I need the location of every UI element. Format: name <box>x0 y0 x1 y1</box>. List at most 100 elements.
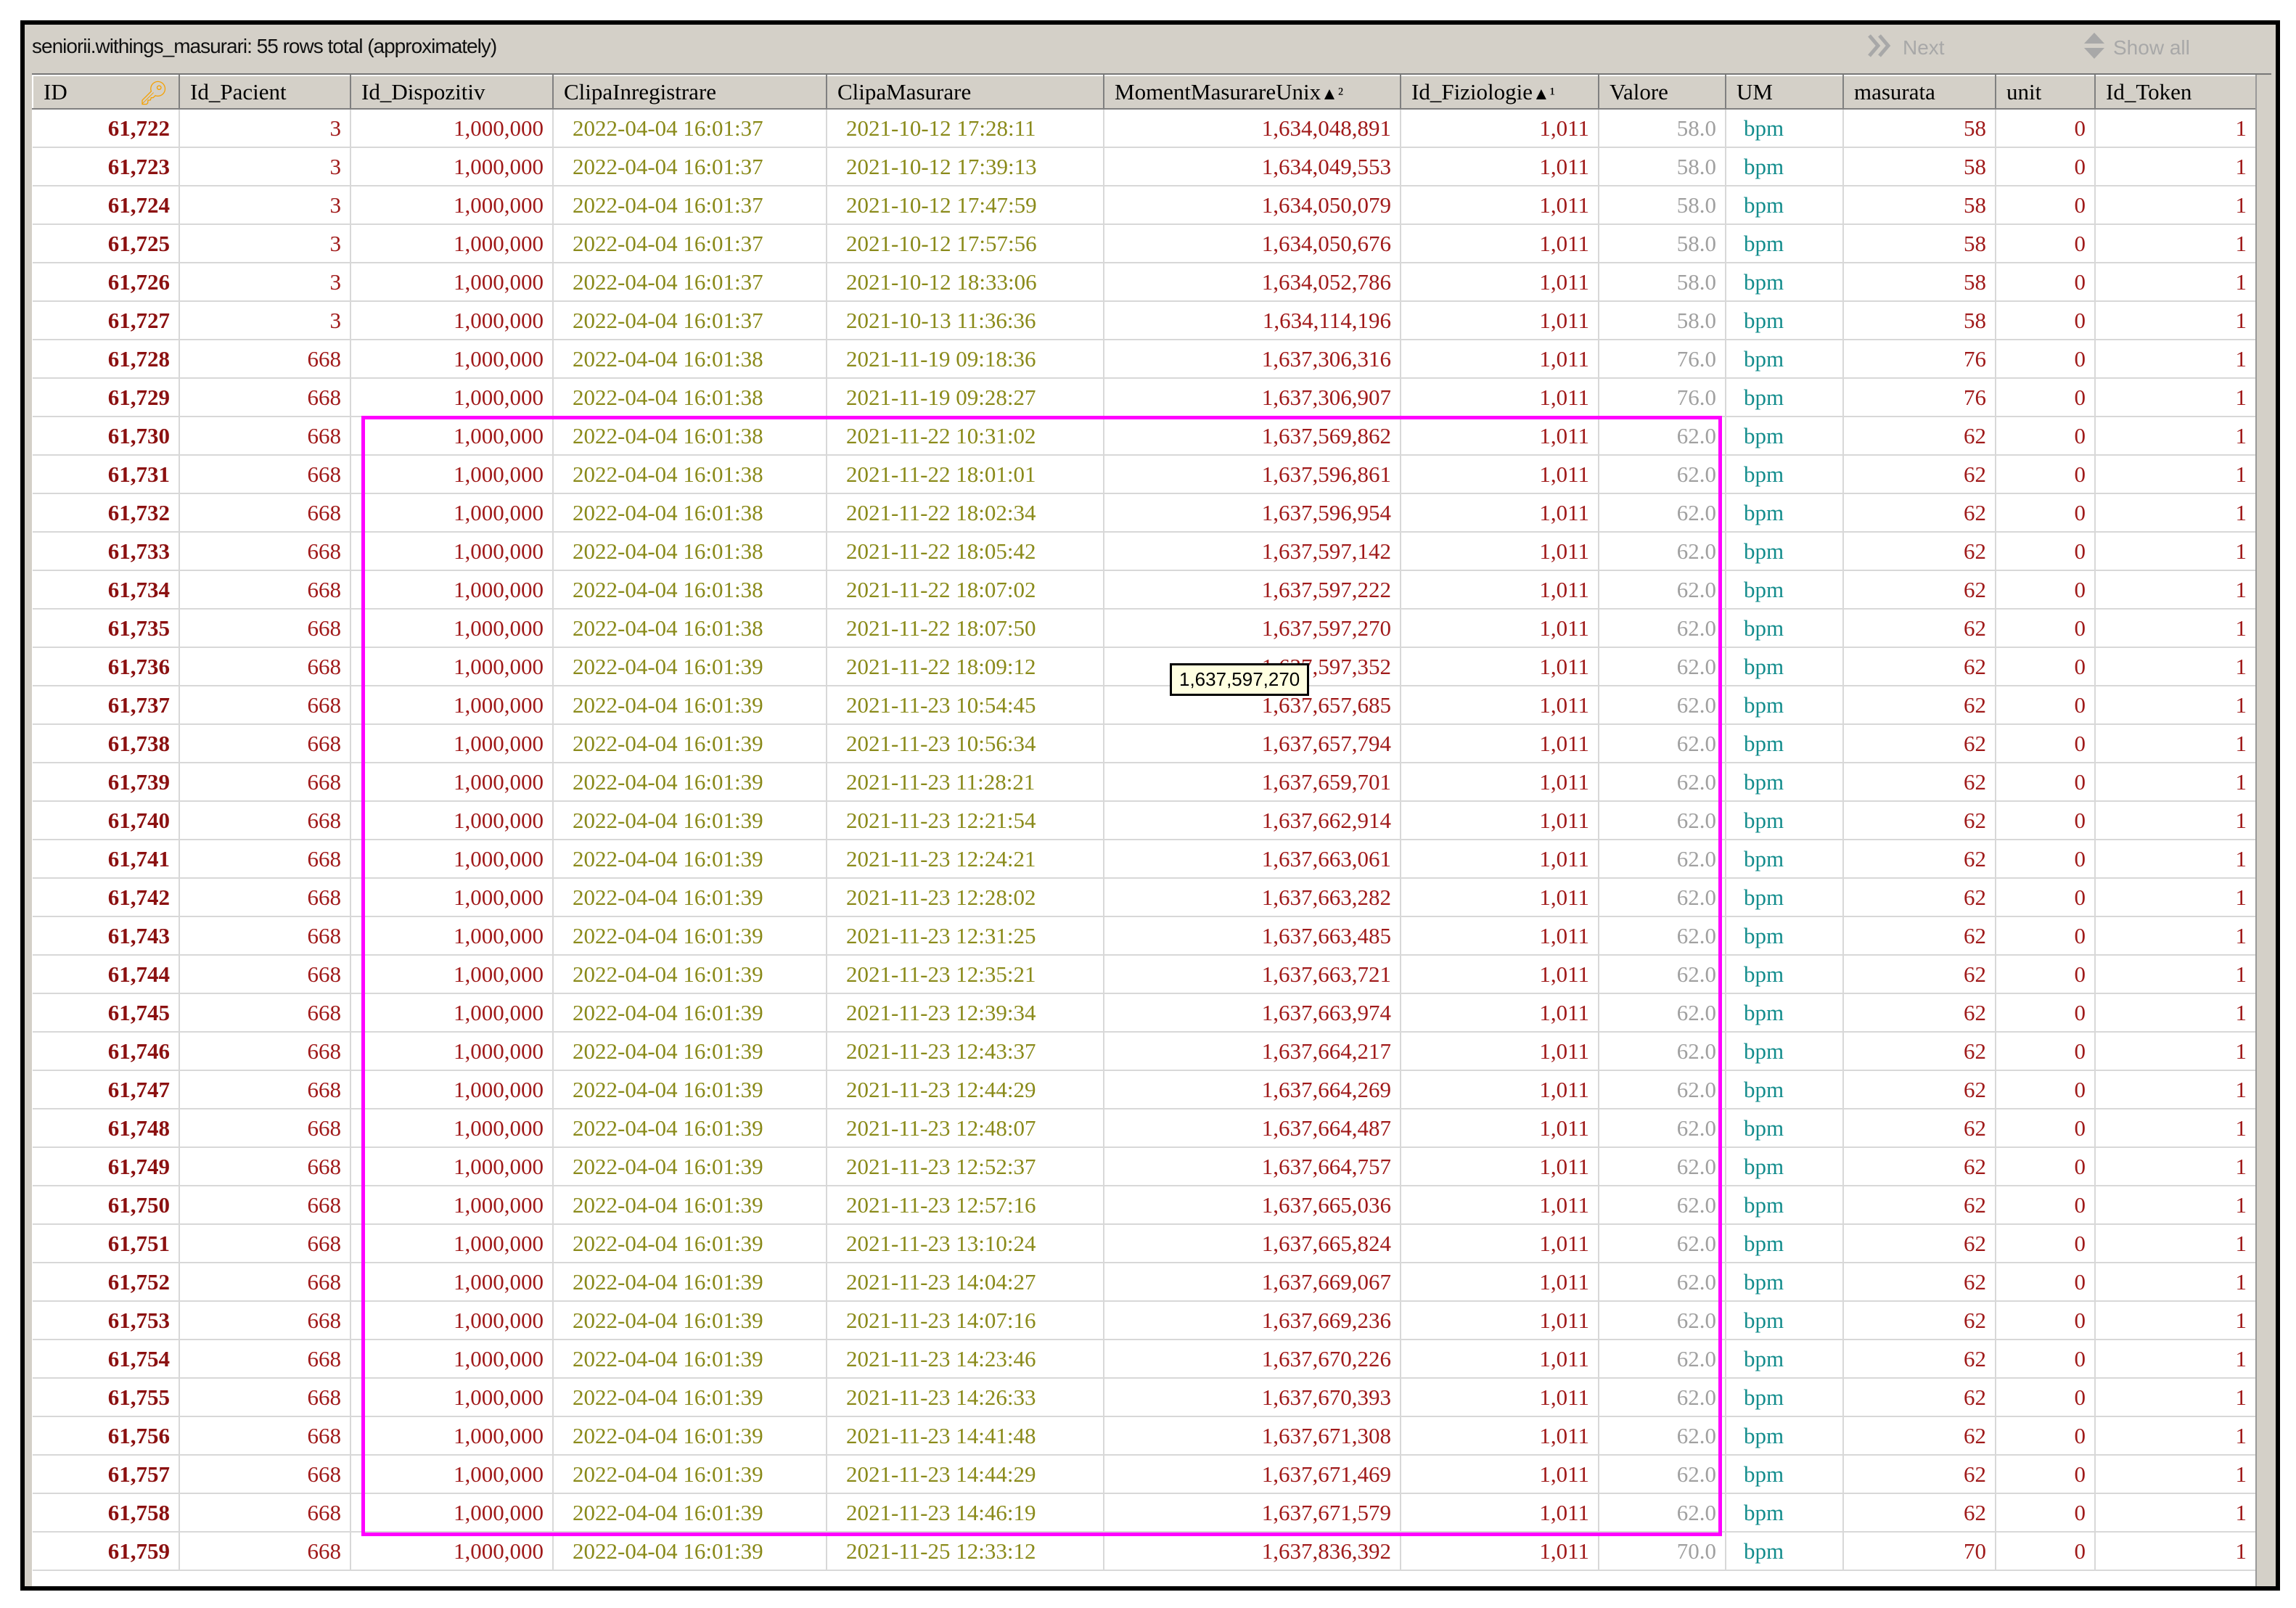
cell-um[interactable]: bpm <box>1726 955 1844 994</box>
cell-unit[interactable]: 0 <box>1996 1109 2096 1148</box>
cell-id[interactable]: 61,738 <box>33 724 180 763</box>
cell-clipa-masurare[interactable]: 2021-10-12 17:47:59 <box>827 186 1104 225</box>
table-row[interactable]: 61,750 668 1,000,000 2022-04-04 16:01:39 202… <box>33 1186 2257 1225</box>
cell-id[interactable]: 61,748 <box>33 1109 180 1148</box>
cell-id-dispozitiv[interactable]: 1,000,000 <box>350 647 554 686</box>
cell-clipa-inregistrare[interactable]: 2022-04-04 16:01:39 <box>553 1186 827 1225</box>
cell-id-dispozitiv[interactable]: 1,000,000 <box>350 955 554 994</box>
cell-valore[interactable]: 62.0 <box>1599 1340 1726 1379</box>
table-row[interactable]: 61,737 668 1,000,000 2022-04-04 16:01:39 202… <box>33 686 2257 725</box>
cell-id[interactable]: 61,728 <box>33 340 180 379</box>
cell-unit[interactable]: 0 <box>1996 455 2096 494</box>
cell-um[interactable]: bpm <box>1726 686 1844 725</box>
cell-clipa-masurare[interactable]: 2021-11-23 14:04:27 <box>827 1263 1104 1302</box>
cell-moment-masurare-unix[interactable]: 1,637,671,469 <box>1104 1455 1401 1494</box>
cell-id-token[interactable]: 1 <box>2095 1416 2257 1456</box>
cell-id-dispozitiv[interactable]: 1,000,000 <box>350 186 554 225</box>
cell-id-dispozitiv[interactable]: 1,000,000 <box>350 455 554 494</box>
cell-id-dispozitiv[interactable]: 1,000,000 <box>350 1378 554 1417</box>
cell-id-dispozitiv[interactable]: 1,000,000 <box>350 1032 554 1071</box>
cell-id[interactable]: 61,756 <box>33 1416 180 1456</box>
cell-valore[interactable]: 62.0 <box>1599 724 1726 763</box>
cell-id-pacient[interactable]: 3 <box>179 263 351 302</box>
cell-id-token[interactable]: 1 <box>2095 1032 2257 1071</box>
cell-masurata[interactable]: 58 <box>1843 109 1996 148</box>
cell-um[interactable]: bpm <box>1726 1224 1844 1263</box>
cell-clipa-masurare[interactable]: 2021-11-23 12:44:29 <box>827 1070 1104 1109</box>
cell-id-fiziologie[interactable]: 1,011 <box>1401 417 1599 456</box>
cell-um[interactable]: bpm <box>1726 147 1844 186</box>
cell-um[interactable]: bpm <box>1726 1455 1844 1494</box>
cell-valore[interactable]: 62.0 <box>1599 1109 1726 1148</box>
cell-moment-masurare-unix[interactable]: 1,637,596,861 <box>1104 455 1401 494</box>
cell-id[interactable]: 61,749 <box>33 1147 180 1186</box>
cell-clipa-masurare[interactable]: 2021-11-22 18:01:01 <box>827 455 1104 494</box>
cell-moment-masurare-unix[interactable]: 1,634,049,553 <box>1104 147 1401 186</box>
table-row[interactable]: 61,751 668 1,000,000 2022-04-04 16:01:39 202… <box>33 1224 2257 1263</box>
table-row[interactable]: 61,754 668 1,000,000 2022-04-04 16:01:39 202… <box>33 1340 2257 1379</box>
cell-id[interactable]: 61,752 <box>33 1263 180 1302</box>
cell-id-pacient[interactable]: 668 <box>179 993 351 1033</box>
cell-valore[interactable]: 62.0 <box>1599 417 1726 456</box>
cell-valore[interactable]: 62.0 <box>1599 1455 1726 1494</box>
table-row[interactable]: 61,755 668 1,000,000 2022-04-04 16:01:39 202… <box>33 1378 2257 1417</box>
cell-id-pacient[interactable]: 668 <box>179 801 351 840</box>
table-row[interactable]: 61,727 3 1,000,000 2022-04-04 16:01:37 2021-… <box>33 301 2257 340</box>
cell-clipa-inregistrare[interactable]: 2022-04-04 16:01:39 <box>553 1416 827 1456</box>
cell-unit[interactable]: 0 <box>1996 1224 2096 1263</box>
cell-um[interactable]: bpm <box>1726 1340 1844 1379</box>
cell-um[interactable]: bpm <box>1726 532 1844 571</box>
cell-id-token[interactable]: 1 <box>2095 378 2257 417</box>
cell-clipa-inregistrare[interactable]: 2022-04-04 16:01:39 <box>553 955 827 994</box>
table-row[interactable]: 61,736 668 1,000,000 2022-04-04 16:01:39 202… <box>33 647 2257 686</box>
cell-masurata[interactable]: 62 <box>1843 455 1996 494</box>
cell-masurata[interactable]: 62 <box>1843 955 1996 994</box>
table-row[interactable]: 61,752 668 1,000,000 2022-04-04 16:01:39 202… <box>33 1263 2257 1302</box>
cell-id[interactable]: 61,737 <box>33 686 180 725</box>
cell-id-fiziologie[interactable]: 1,011 <box>1401 109 1599 148</box>
cell-valore[interactable]: 76.0 <box>1599 340 1726 379</box>
cell-id-token[interactable]: 1 <box>2095 532 2257 571</box>
cell-id-fiziologie[interactable]: 1,011 <box>1401 301 1599 340</box>
cell-clipa-masurare[interactable]: 2021-11-23 14:26:33 <box>827 1378 1104 1417</box>
cell-id-pacient[interactable]: 668 <box>179 532 351 571</box>
cell-valore[interactable]: 62.0 <box>1599 1186 1726 1225</box>
cell-id-dispozitiv[interactable]: 1,000,000 <box>350 1532 554 1571</box>
cell-moment-masurare-unix[interactable]: 1,637,597,270 <box>1104 609 1401 648</box>
cell-id-token[interactable]: 1 <box>2095 1263 2257 1302</box>
cell-masurata[interactable]: 58 <box>1843 186 1996 225</box>
cell-id-dispozitiv[interactable]: 1,000,000 <box>350 686 554 725</box>
cell-um[interactable]: bpm <box>1726 224 1844 263</box>
cell-id-dispozitiv[interactable]: 1,000,000 <box>350 1224 554 1263</box>
cell-masurata[interactable]: 62 <box>1843 1109 1996 1148</box>
cell-unit[interactable]: 0 <box>1996 1147 2096 1186</box>
cell-id-fiziologie[interactable]: 1,011 <box>1401 532 1599 571</box>
cell-id[interactable]: 61,758 <box>33 1493 180 1533</box>
cell-id-fiziologie[interactable]: 1,011 <box>1401 1109 1599 1148</box>
cell-clipa-masurare[interactable]: 2021-11-23 14:07:16 <box>827 1301 1104 1340</box>
cell-moment-masurare-unix[interactable]: 1,637,662,914 <box>1104 801 1401 840</box>
cell-clipa-masurare[interactable]: 2021-11-23 11:28:21 <box>827 763 1104 802</box>
table-row[interactable]: 61,726 3 1,000,000 2022-04-04 16:01:37 2021-… <box>33 263 2257 302</box>
cell-masurata[interactable]: 62 <box>1843 1301 1996 1340</box>
cell-id[interactable]: 61,722 <box>33 109 180 148</box>
cell-id-token[interactable]: 1 <box>2095 417 2257 456</box>
table-row[interactable]: 61,732 668 1,000,000 2022-04-04 16:01:38 202… <box>33 493 2257 533</box>
cell-id-pacient[interactable]: 668 <box>179 417 351 456</box>
cell-um[interactable]: bpm <box>1726 647 1844 686</box>
cell-id-dispozitiv[interactable]: 1,000,000 <box>350 378 554 417</box>
cell-id-fiziologie[interactable]: 1,011 <box>1401 1186 1599 1225</box>
cell-id-fiziologie[interactable]: 1,011 <box>1401 1493 1599 1533</box>
cell-id-fiziologie[interactable]: 1,011 <box>1401 186 1599 225</box>
cell-um[interactable]: bpm <box>1726 763 1844 802</box>
column-header-id-fiziologie[interactable]: Id_Fiziologie▲¹ <box>1400 75 1599 110</box>
cell-masurata[interactable]: 62 <box>1843 1070 1996 1109</box>
cell-masurata[interactable]: 62 <box>1843 916 1996 956</box>
cell-um[interactable]: bpm <box>1726 109 1844 148</box>
column-header-moment-masurare-unix[interactable]: MomentMasurareUnix▲² <box>1103 75 1401 110</box>
cell-id[interactable]: 61,729 <box>33 378 180 417</box>
cell-masurata[interactable]: 62 <box>1843 840 1996 879</box>
cell-id-pacient[interactable]: 668 <box>179 647 351 686</box>
cell-id-token[interactable]: 1 <box>2095 340 2257 379</box>
table-row[interactable]: 61,741 668 1,000,000 2022-04-04 16:01:39 202… <box>33 840 2257 879</box>
